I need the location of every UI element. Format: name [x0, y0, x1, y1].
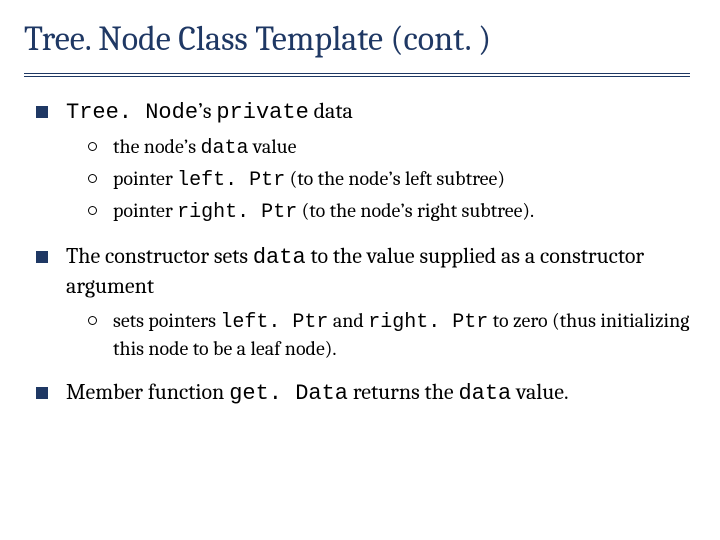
- sub-list-item-text: pointer left. Ptr (to the node’s left su…: [113, 166, 690, 194]
- circle-bullet-icon: [88, 316, 97, 325]
- list-item: Tree. Node’s private data: [36, 97, 690, 128]
- sub-list-item: pointer right. Ptr (to the node’s right …: [88, 198, 690, 226]
- sub-list: sets pointers left. Ptr and right. Ptr t…: [88, 308, 690, 362]
- circle-bullet-icon: [88, 174, 97, 183]
- sub-list-item-text: sets pointers left. Ptr and right. Ptr t…: [113, 308, 690, 362]
- list-item: Member function get. Data returns the da…: [36, 378, 690, 409]
- square-bullet-icon: [36, 251, 48, 263]
- circle-bullet-icon: [88, 206, 97, 215]
- list-item-text: Member function get. Data returns the da…: [66, 378, 690, 409]
- slide-content: Tree. Node’s private data the node’s data…: [36, 97, 690, 409]
- sub-list-item: sets pointers left. Ptr and right. Ptr t…: [88, 308, 690, 362]
- list-item-text: Tree. Node’s private data: [66, 97, 690, 128]
- square-bullet-icon: [36, 106, 48, 118]
- sub-list: the node’s data value pointer left. Ptr (…: [88, 134, 690, 226]
- slide-title: Tree. Node Class Template (cont. ): [24, 20, 690, 59]
- slide: Tree. Node Class Template (cont. ) Tree.…: [0, 0, 720, 540]
- sub-list-item: the node’s data value: [88, 134, 690, 162]
- sub-list-item: pointer left. Ptr (to the node’s left su…: [88, 166, 690, 194]
- circle-bullet-icon: [88, 142, 97, 151]
- list-item: The constructor sets data to the value s…: [36, 242, 690, 302]
- sub-list-item-text: the node’s data value: [113, 134, 690, 162]
- title-rule: [24, 73, 690, 79]
- square-bullet-icon: [36, 387, 48, 399]
- list-item-text: The constructor sets data to the value s…: [66, 242, 690, 302]
- sub-list-item-text: pointer right. Ptr (to the node’s right …: [113, 198, 690, 226]
